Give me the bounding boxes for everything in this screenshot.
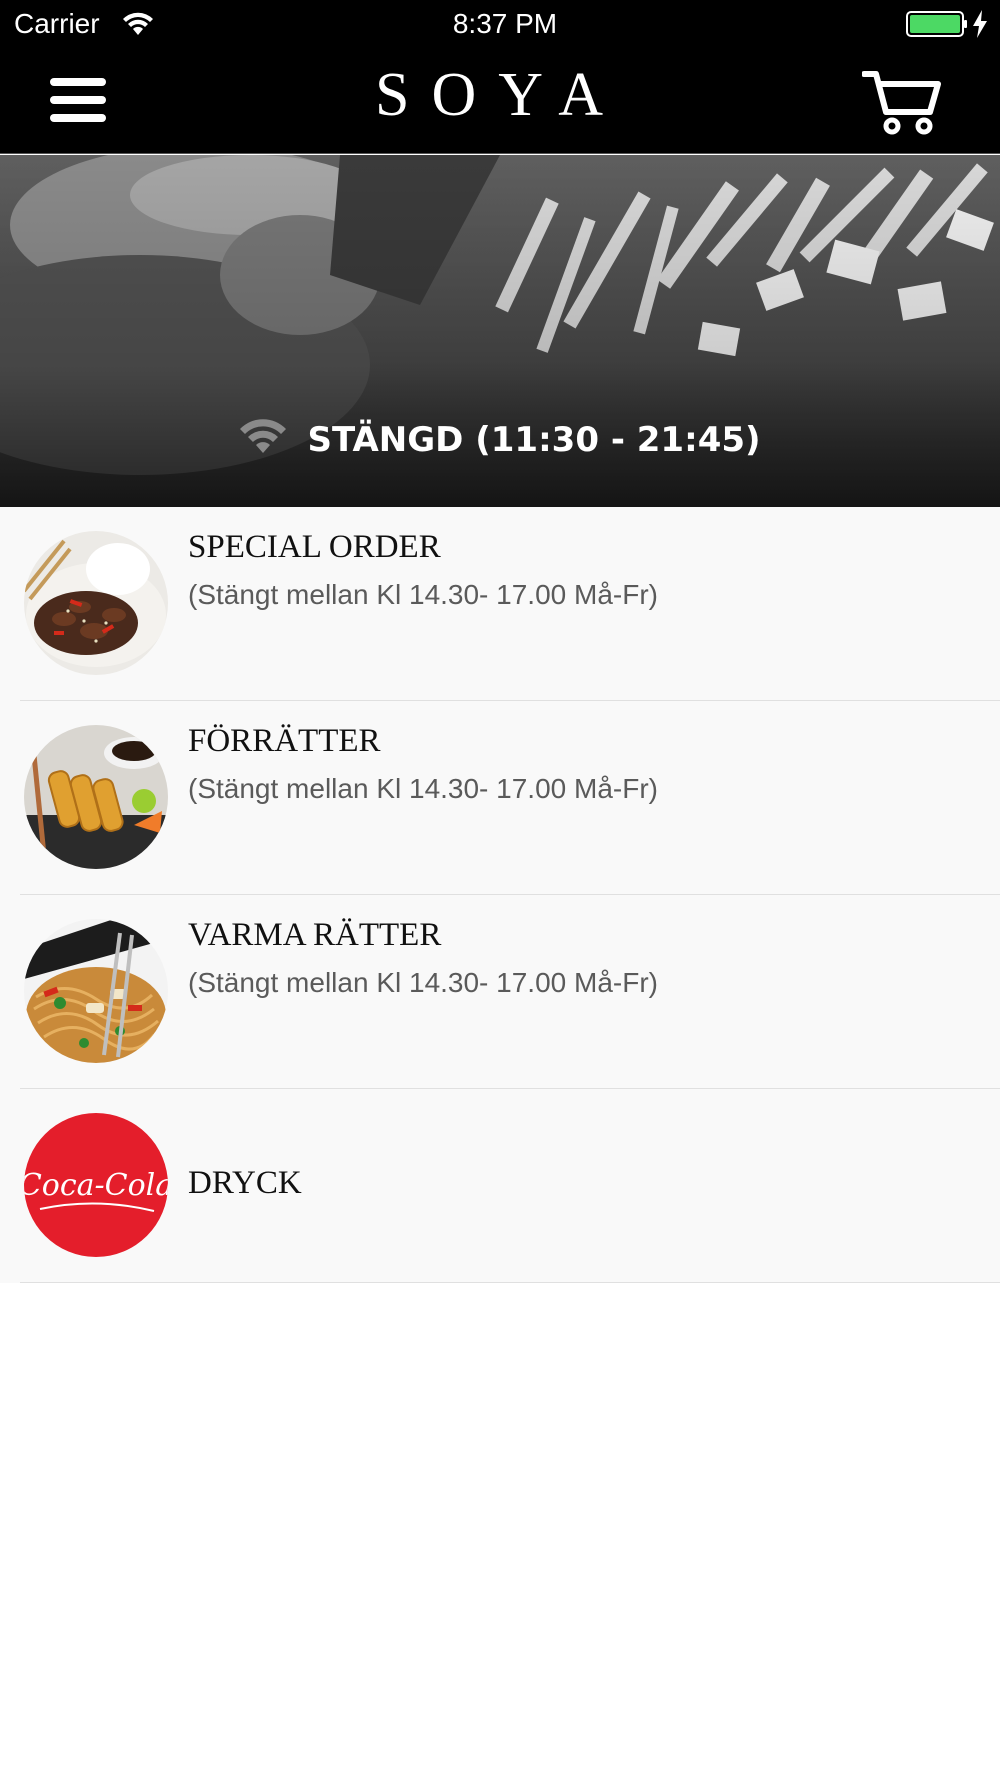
status-bar: Carrier 8:37 PM xyxy=(0,0,1000,50)
spring-rolls-photo xyxy=(24,725,168,869)
navbar: SOYA xyxy=(0,50,1000,154)
hero-status-text: STÄNGD (11:30 - 21:45) xyxy=(307,420,761,460)
category-row-special-order[interactable]: SPECIAL ORDER (Stängt mellan Kl 14.30- 1… xyxy=(20,507,1000,701)
charging-bolt-icon xyxy=(973,10,987,38)
cart-icon[interactable] xyxy=(862,66,942,136)
svg-text:Coca-Cola: Coca-Cola xyxy=(24,1168,168,1203)
category-title: DRYCK xyxy=(188,1165,302,1201)
category-subtitle: (Stängt mellan Kl 14.30- 17.00 Må-Fr) xyxy=(188,579,658,610)
wifi-icon xyxy=(240,419,287,453)
category-subtitle: (Stängt mellan Kl 14.30- 17.00 Må-Fr) xyxy=(188,773,658,804)
battery-icon xyxy=(906,11,967,37)
coca-cola-logo: Coca-Cola xyxy=(24,1113,168,1257)
category-subtitle: (Stängt mellan Kl 14.30- 17.00 Må-Fr) xyxy=(188,967,658,998)
beef-dish-photo xyxy=(24,531,168,675)
noodles-photo xyxy=(24,919,168,1063)
category-title: SPECIAL ORDER xyxy=(188,529,441,565)
category-row-varma-ratter[interactable]: VARMA RÄTTER (Stängt mellan Kl 14.30- 17… xyxy=(20,895,1000,1089)
app-logo: SOYA xyxy=(375,61,625,129)
category-title: VARMA RÄTTER xyxy=(188,917,442,953)
clock: 8:37 PM xyxy=(452,8,558,39)
category-row-dryck[interactable]: Coca-Cola DRYCK xyxy=(20,1089,1000,1283)
hero-banner: STÄNGD (11:30 - 21:45) xyxy=(0,155,1000,507)
opening-hours-status: STÄNGD (11:30 - 21:45) xyxy=(0,419,1000,460)
category-row-forratter[interactable]: FÖRRÄTTER (Stängt mellan Kl 14.30- 17.00… xyxy=(20,701,1000,895)
category-title: FÖRRÄTTER xyxy=(188,723,381,759)
category-list: SPECIAL ORDER (Stängt mellan Kl 14.30- 1… xyxy=(0,507,1000,1283)
